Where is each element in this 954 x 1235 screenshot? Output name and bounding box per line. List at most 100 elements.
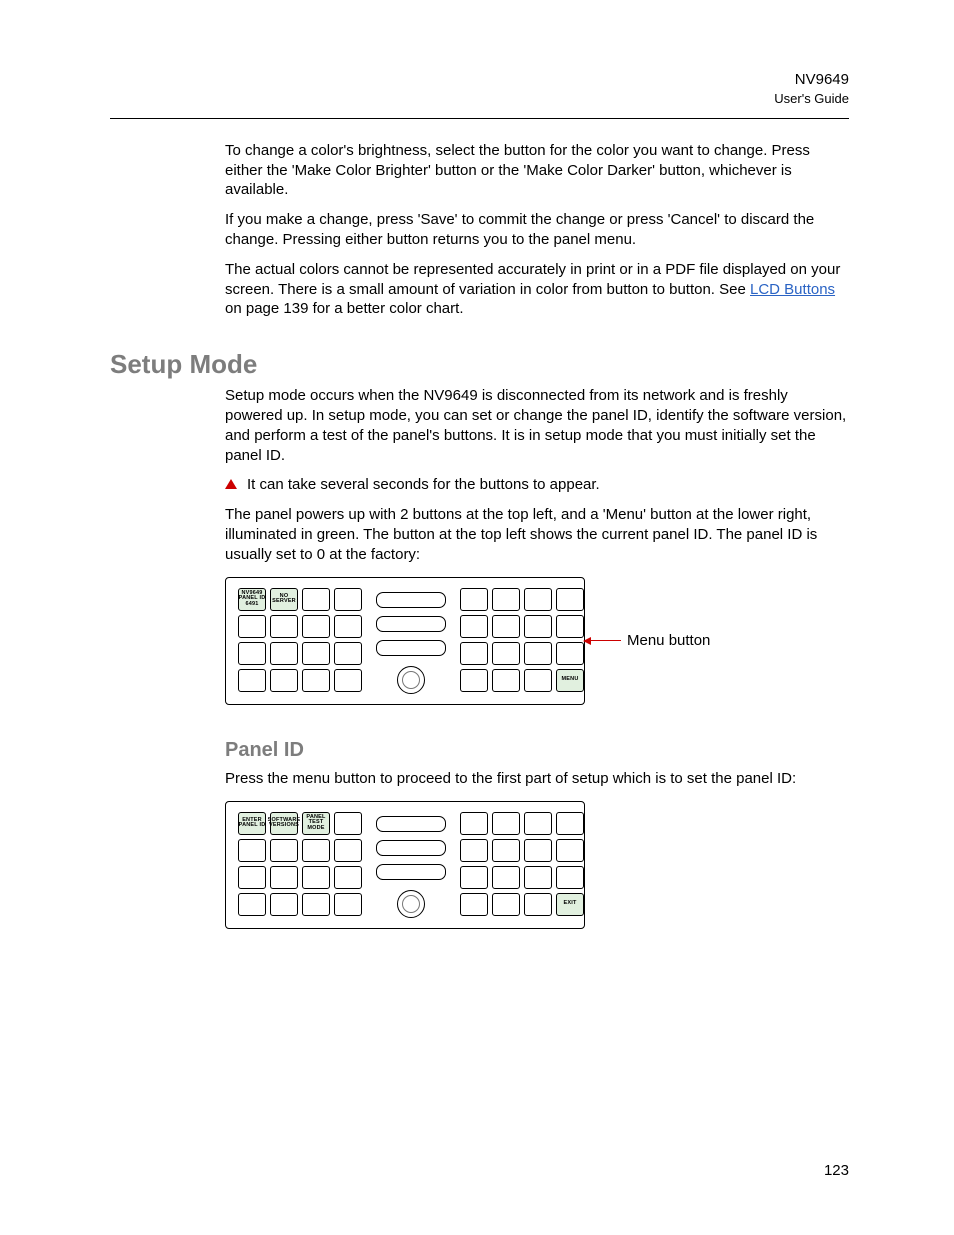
enter-panel-id-button: ENTER PANEL ID [238,812,266,835]
blank-button [334,866,362,889]
blank-button [270,893,298,916]
blank-button [492,866,520,889]
blank-button [238,866,266,889]
blank-button [460,839,488,862]
arrow-stem [591,640,621,641]
blank-button [524,866,552,889]
blank-button [334,588,362,611]
panel-id-para-1: Press the menu button to proceed to the … [225,769,849,789]
blank-button [334,839,362,862]
blank-button [524,588,552,611]
blank-button [460,669,488,692]
panel-diagram-1: NV9649 PANEL ID 6491 NO SERVER [225,577,849,705]
blank-button [492,642,520,665]
blank-button [460,866,488,889]
blank-button [270,669,298,692]
blank-button [492,839,520,862]
menu-button: MENU [556,669,584,692]
setup-note: It can take several seconds for the butt… [225,475,849,495]
blank-button [270,839,298,862]
display-pill [376,864,446,880]
lcd-buttons-link[interactable]: LCD Buttons [750,281,835,298]
blank-button [460,812,488,835]
display-pill [376,592,446,608]
blank-button [556,588,584,611]
blank-button [270,642,298,665]
panel-diagram-2: ENTER PANEL ID SOFTWARE VERSIONS PANEL T… [225,801,849,929]
blank-button [334,893,362,916]
arrow-head-icon [583,637,591,645]
blank-button [460,642,488,665]
blank-button [238,669,266,692]
blank-button [302,615,330,638]
blank-button [556,839,584,862]
panel-right-grid: MENU [460,588,584,694]
page-number: 123 [824,1162,849,1179]
blank-button [302,669,330,692]
rotary-knob [397,666,425,694]
blank-button [524,615,552,638]
blank-button [556,812,584,835]
blank-button [238,615,266,638]
blank-button [302,839,330,862]
setup-mode-heading: Setup Mode [110,349,849,380]
blank-button [238,642,266,665]
blank-button [302,588,330,611]
note-icon [225,479,237,489]
setup-para-1: Setup mode occurs when the NV9649 is dis… [225,386,849,465]
blank-button [302,642,330,665]
blank-button [460,893,488,916]
intro-para-2: If you make a change, press 'Save' to co… [225,210,849,250]
no-server-button: NO SERVER [270,588,298,611]
blank-button [492,588,520,611]
panel-mid [376,588,446,694]
menu-button-callout: Menu button [583,631,710,651]
header-product: NV9649 [110,70,849,90]
blank-button [334,642,362,665]
panel-id-button: NV9649 PANEL ID 6491 [238,588,266,611]
header-subtitle: User's Guide [110,90,849,108]
blank-button [460,588,488,611]
blank-button [460,615,488,638]
intro-p3-a: The actual colors cannot be represented … [225,261,840,298]
blank-button [270,615,298,638]
display-pill [376,640,446,656]
blank-button [334,669,362,692]
panel-mid [376,812,446,918]
blank-button [524,812,552,835]
blank-button [524,893,552,916]
intro-p3-b: on page 139 for a better color chart. [225,300,463,317]
panel-id-heading: Panel ID [225,737,849,763]
panel-test-mode-button: PANEL TEST MODE [302,812,330,835]
setup-note-text: It can take several seconds for the butt… [247,476,600,493]
rotary-knob [397,890,425,918]
blank-button [238,839,266,862]
blank-button [334,615,362,638]
blank-button [556,866,584,889]
software-versions-button: SOFTWARE VERSIONS [270,812,298,835]
panel-frame: NV9649 PANEL ID 6491 NO SERVER [225,577,585,705]
header-rule [110,118,849,119]
display-pill [376,616,446,632]
blank-button [302,866,330,889]
panel-left-grid: ENTER PANEL ID SOFTWARE VERSIONS PANEL T… [238,812,362,918]
blank-button [270,866,298,889]
intro-para-3: The actual colors cannot be represented … [225,260,849,319]
callout-label: Menu button [627,631,710,651]
panel-frame: ENTER PANEL ID SOFTWARE VERSIONS PANEL T… [225,801,585,929]
blank-button [492,669,520,692]
blank-button [334,812,362,835]
blank-button [492,615,520,638]
blank-button [492,893,520,916]
setup-para-2: The panel powers up with 2 buttons at th… [225,505,849,564]
panel-left-grid: NV9649 PANEL ID 6491 NO SERVER [238,588,362,694]
blank-button [524,839,552,862]
display-pill [376,840,446,856]
blank-button [302,893,330,916]
panel-right-grid: EXIT [460,812,584,918]
blank-button [524,669,552,692]
blank-button [492,812,520,835]
page-header: NV9649 User's Guide [110,70,849,108]
exit-button: EXIT [556,893,584,916]
display-pill [376,816,446,832]
